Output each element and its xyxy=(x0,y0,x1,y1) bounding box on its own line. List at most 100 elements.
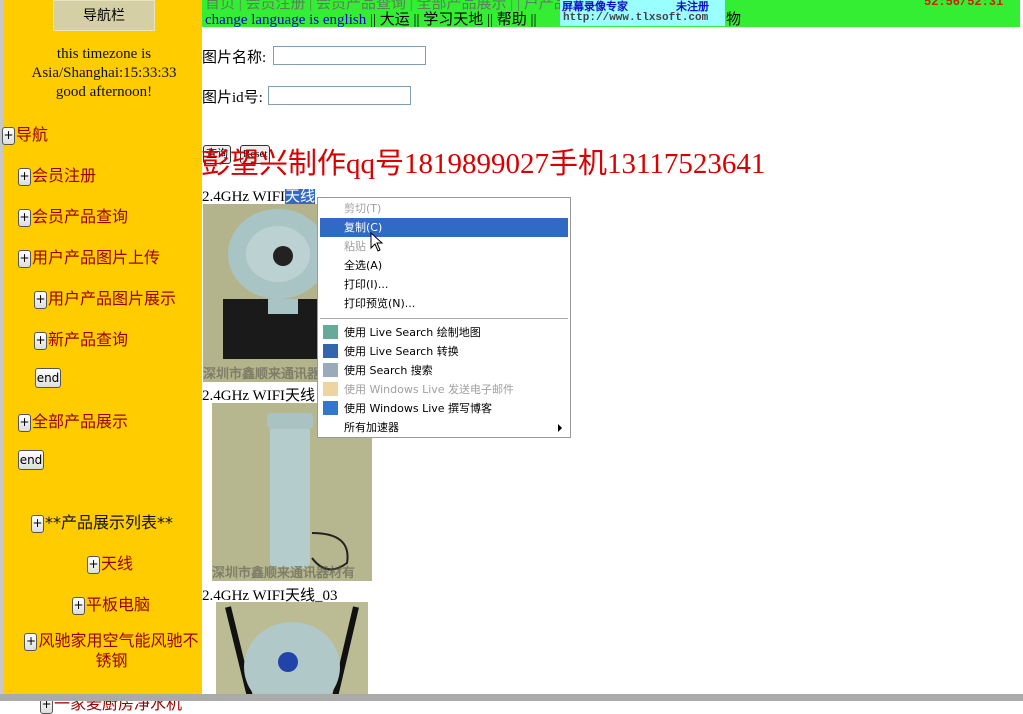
nav-link-shopping[interactable]: 物 xyxy=(726,8,741,29)
nav-link-study[interactable]: 学习天地 xyxy=(423,12,483,28)
watermark: 深圳市鑫顺来通讯器材有 xyxy=(212,566,356,581)
expand-plus-icon[interactable]: + xyxy=(18,208,31,227)
watermark: 深圳市鑫顺来通讯器材有 xyxy=(203,367,328,382)
nav-link-help[interactable]: 帮助 xyxy=(497,12,527,28)
sidebar-item[interactable]: + 天线 xyxy=(87,550,133,574)
sidebar-item[interactable]: + 用户产品图片展示 xyxy=(34,285,176,309)
menu-item-label: 使用 Windows Live 撰写博客 xyxy=(344,402,493,415)
window-bottom-border xyxy=(0,694,1023,701)
menu-item-label: 打印(I)... xyxy=(344,278,389,291)
email-icon xyxy=(323,382,338,396)
sidebar-item[interactable]: + 平板电脑 xyxy=(72,591,150,615)
translate-icon xyxy=(323,344,338,358)
dual-antenna-image xyxy=(216,602,368,701)
dish-antenna-image xyxy=(203,204,328,382)
context-menu-item[interactable]: 使用 Windows Live 发送电子邮件 xyxy=(320,380,568,399)
expand-plus-icon[interactable]: + xyxy=(18,167,31,186)
sidebar-item-label: 新产品查询 xyxy=(48,330,129,349)
sidebar-item-label: 天线 xyxy=(101,554,134,573)
menu-item-label: 使用 Windows Live 发送电子邮件 xyxy=(344,383,515,396)
selected-text: 天线 xyxy=(285,189,316,205)
context-menu-item[interactable]: 打印(I)... xyxy=(320,275,568,294)
expand-plus-icon[interactable]: + xyxy=(87,555,100,574)
context-menu-item[interactable]: 复制(C) xyxy=(320,218,568,237)
sidebar-item-label: 平板电脑 xyxy=(86,595,151,614)
menu-item-label: 使用 Live Search 绘制地图 xyxy=(344,326,481,339)
end-button[interactable]: end xyxy=(18,450,44,470)
sidebar-item[interactable]: + 全部产品展示 xyxy=(18,408,128,432)
sidebar-item[interactable]: + 用户产品图片上传 xyxy=(18,244,160,268)
nav-separator: || xyxy=(369,12,376,28)
context-menu-item[interactable]: 粘贴 xyxy=(320,237,568,256)
sidebar-item[interactable]: + 会员注册 xyxy=(18,162,96,186)
sidebar-item-label: **产品展示列表** xyxy=(45,513,174,532)
top-nav-row2: change language is english || 大运 || 学习天地… xyxy=(205,8,537,29)
sidebar-item[interactable]: + 新产品查询 xyxy=(34,326,128,350)
context-menu-item[interactable]: 剪切(T) xyxy=(320,199,568,218)
sidebar-item-label: 会员注册 xyxy=(32,166,97,185)
sidebar-item-label: 导航 xyxy=(16,125,49,144)
context-menu: 剪切(T) 复制(C) 粘贴全选(A) 打印(I)... 打印预览(N)... 使用 Li… xyxy=(317,197,571,438)
sidebar-item[interactable]: + 风驰家用空气能风驰不锈钢 xyxy=(24,631,199,671)
nav-separator: || xyxy=(530,12,537,28)
expand-plus-icon[interactable]: + xyxy=(18,249,31,268)
sidebar-item-label: 用户产品图片上传 xyxy=(32,248,161,267)
expand-plus-icon[interactable]: + xyxy=(34,331,47,350)
expand-plus-icon[interactable]: + xyxy=(24,632,38,651)
nav-separator: || xyxy=(413,12,420,28)
sidebar-item[interactable]: + **产品展示列表** xyxy=(31,509,173,533)
submenu-arrow-icon xyxy=(558,424,562,432)
context-menu-item[interactable]: 使用 Live Search 绘制地图 xyxy=(320,323,568,342)
sidebar-item-label: 会员产品查询 xyxy=(32,207,129,226)
sidebar-item-label: 用户产品图片展示 xyxy=(48,289,177,308)
menu-item-label: 使用 Search 搜索 xyxy=(344,364,433,377)
expand-plus-icon[interactable]: + xyxy=(18,413,31,432)
nav-separator: || xyxy=(487,12,494,28)
context-menu-item[interactable]: 使用 Live Search 转换 xyxy=(320,342,568,361)
timezone-line1: this timezone is xyxy=(56,46,152,62)
context-menu-item[interactable]: 打印预览(N)... xyxy=(320,294,568,313)
map-icon xyxy=(323,325,338,339)
context-menu-item[interactable]: 使用 Search 搜索 xyxy=(320,361,568,380)
timezone-line2: Asia/Shanghai:15:33:33 xyxy=(31,65,177,81)
menu-item-label: 剪切(T) xyxy=(344,202,382,215)
search-icon xyxy=(323,363,338,377)
context-menu-item[interactable]: 所有加速器 xyxy=(320,418,568,437)
sidebar-item[interactable]: + 导航 xyxy=(2,121,48,145)
image-name-input[interactable] xyxy=(273,46,426,65)
blog-icon xyxy=(323,401,338,415)
sidebar-item-label: 全部产品展示 xyxy=(32,412,129,431)
nav-link-dayun[interactable]: 大运 xyxy=(380,12,410,28)
nav-header: 导航栏 xyxy=(53,0,155,31)
image-name-label: 图片名称: xyxy=(202,50,267,66)
menu-item-label: 打印预览(N)... xyxy=(344,297,416,310)
product-caption[interactable]: 2.4GHz WIFI天线 xyxy=(202,384,315,405)
expand-plus-icon[interactable]: + xyxy=(72,596,85,615)
image-id-label: 图片id号: xyxy=(202,90,263,106)
menu-item-label: 所有加速器 xyxy=(344,421,399,434)
recorder-url: http://www.tlxsoft.com xyxy=(563,12,709,24)
expand-plus-icon[interactable]: + xyxy=(34,290,47,309)
context-menu-item[interactable]: 全选(A) xyxy=(320,256,568,275)
product-caption[interactable]: 2.4GHz WIFI天线 xyxy=(202,185,316,206)
product-image[interactable]: 深圳市鑫顺来通讯器材有 xyxy=(203,204,328,382)
menu-separator xyxy=(320,318,568,319)
expand-plus-icon[interactable]: + xyxy=(2,126,15,145)
greeting: good afternoon! xyxy=(55,84,153,100)
mouse-cursor-icon xyxy=(370,232,384,252)
expand-plus-icon[interactable]: + xyxy=(31,514,44,533)
product-image[interactable] xyxy=(216,602,368,701)
sidebar-item[interactable]: + 会员产品查询 xyxy=(18,203,128,227)
end-button[interactable]: end xyxy=(35,368,61,388)
menu-item-label: 全选(A) xyxy=(344,259,383,272)
menu-item-label: 粘贴 xyxy=(344,240,366,253)
clock: 52:56/52:31 xyxy=(924,0,1004,9)
sidebar-item-label: 风驰家用空气能风驰不锈钢 xyxy=(38,631,199,670)
image-id-input[interactable] xyxy=(268,86,411,105)
banner-text: 彭望兴制作qq号1819899027手机13117523641 xyxy=(201,148,766,180)
change-language-link[interactable]: change language is english xyxy=(205,12,366,28)
context-menu-item[interactable]: 使用 Windows Live 撰写博客 xyxy=(320,399,568,418)
menu-item-label: 使用 Live Search 转换 xyxy=(344,345,459,358)
caption-text: 2.4GHz WIFI xyxy=(202,189,286,205)
timezone-info: this timezone is Asia/Shanghai:15:33:33 … xyxy=(3,45,205,102)
